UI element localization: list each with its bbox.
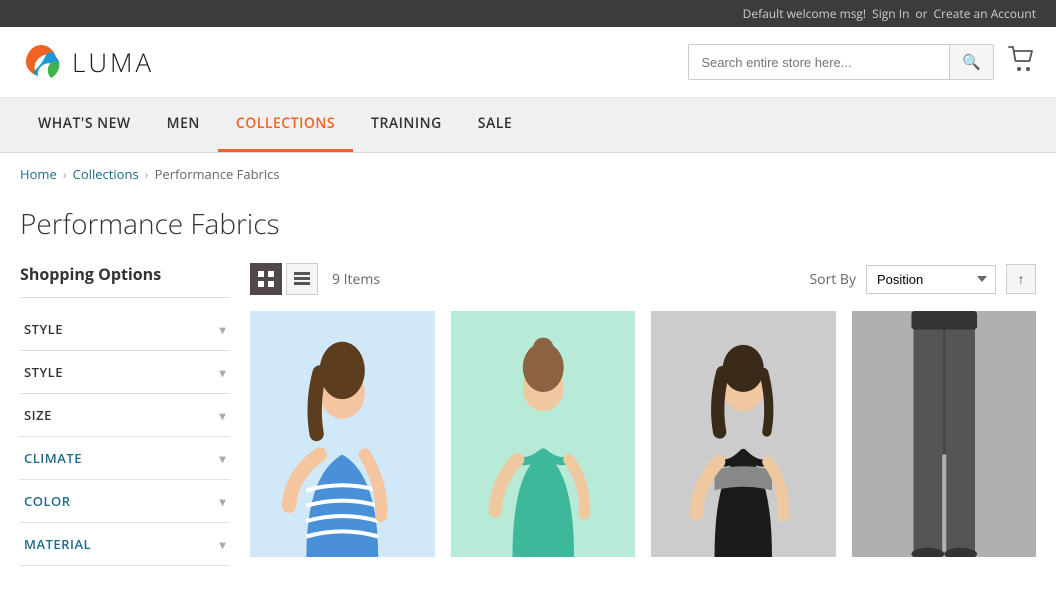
filter-label: MATERIAL — [24, 535, 91, 553]
chevron-down-icon: ▾ — [219, 321, 226, 338]
filter-label: STYLE — [24, 320, 63, 338]
sort-select[interactable]: Position Product Name Price — [866, 265, 996, 294]
nav-item-sale[interactable]: Sale — [460, 98, 530, 149]
header-right: 🔍 — [688, 44, 1036, 80]
chevron-down-icon: ▾ — [219, 536, 226, 553]
list-icon — [294, 271, 310, 287]
main-content: Shopping Options STYLE▾STYLE▾SIZE▾CLIMAT… — [0, 263, 1056, 586]
breadcrumb-sep1: › — [63, 165, 67, 183]
toolbar-right: Sort By Position Product Name Price ↑ — [809, 264, 1036, 294]
or-separator: or — [915, 5, 927, 22]
product-card[interactable] — [451, 311, 636, 557]
create-account-link[interactable]: Create an Account — [934, 5, 1036, 22]
chevron-down-icon: ▾ — [219, 407, 226, 424]
filter-label: COLOR — [24, 492, 71, 510]
search-button[interactable]: 🔍 — [949, 45, 993, 79]
breadcrumb-collections[interactable]: Collections — [73, 165, 139, 183]
welcome-message: Default welcome msg! — [743, 5, 866, 22]
sort-label: Sort By — [809, 270, 856, 289]
filter-label: STYLE — [24, 363, 63, 381]
header: LUMA 🔍 — [0, 27, 1056, 98]
filter-list: STYLE ▾ STYLE ▾ SIZE ▾ CLIMATE ▾ COLOR ▾ MATERIAL ▾ — [20, 308, 230, 566]
view-grid-button[interactable] — [250, 263, 282, 295]
cart-icon — [1008, 46, 1036, 72]
filter-header-style[interactable]: STYLE ▾ — [20, 351, 230, 393]
filter-item: CLIMATE ▾ — [20, 437, 230, 480]
items-count: 9 Items — [332, 270, 380, 289]
chevron-down-icon: ▾ — [219, 493, 226, 510]
nav-item-men[interactable]: Men — [149, 98, 218, 149]
grid-icon — [258, 271, 274, 287]
filter-header-climate[interactable]: CLIMATE ▾ — [20, 437, 230, 479]
sidebar: Shopping Options STYLE▾STYLE▾SIZE▾CLIMAT… — [20, 263, 230, 566]
nav-item-training[interactable]: Training — [353, 98, 460, 149]
product-area: 9 Items Sort By Position Product Name Pr… — [250, 263, 1036, 566]
product-grid — [250, 311, 1036, 557]
page-title: Performance Fabrics — [0, 195, 1056, 263]
signin-link[interactable]: Sign In — [872, 5, 909, 22]
filter-label: CLIMATE — [24, 449, 82, 467]
main-nav: What's NewMenCollectionsTrainingSale — [0, 98, 1056, 153]
product-image — [451, 311, 636, 557]
filter-item: COLOR ▾ — [20, 480, 230, 523]
breadcrumb-sep2: › — [145, 165, 149, 183]
filter-item: MATERIAL ▾ — [20, 523, 230, 566]
nav-item-collections[interactable]: Collections — [218, 98, 353, 152]
product-image — [250, 311, 435, 557]
view-list-button[interactable] — [286, 263, 318, 295]
view-toggle — [250, 263, 318, 295]
filter-header-style[interactable]: STYLE ▾ — [20, 308, 230, 350]
sort-direction-button[interactable]: ↑ — [1006, 264, 1036, 294]
logo[interactable]: LUMA — [20, 41, 154, 83]
search-input[interactable] — [689, 47, 949, 78]
product-card[interactable] — [651, 311, 836, 557]
toolbar-left: 9 Items — [250, 263, 380, 295]
product-image — [651, 311, 836, 557]
product-figure — [250, 311, 435, 557]
sidebar-title: Shopping Options — [20, 263, 230, 298]
chevron-down-icon: ▾ — [219, 450, 226, 467]
filter-item: SIZE ▾ — [20, 394, 230, 437]
filter-label: SIZE — [24, 406, 52, 424]
filter-header-material[interactable]: MATERIAL ▾ — [20, 523, 230, 565]
toolbar: 9 Items Sort By Position Product Name Pr… — [250, 263, 1036, 295]
logo-text: LUMA — [72, 44, 154, 80]
product-figure — [651, 311, 836, 557]
filter-header-color[interactable]: COLOR ▾ — [20, 480, 230, 522]
nav-item-what's-new[interactable]: What's New — [20, 98, 149, 149]
filter-item: STYLE ▾ — [20, 351, 230, 394]
product-figure — [852, 311, 1037, 557]
search-bar: 🔍 — [688, 44, 994, 80]
product-card[interactable] — [852, 311, 1037, 557]
filter-header-size[interactable]: SIZE ▾ — [20, 394, 230, 436]
product-image — [852, 311, 1037, 557]
chevron-down-icon: ▾ — [219, 364, 226, 381]
cart-button[interactable] — [1008, 46, 1036, 79]
breadcrumb-home[interactable]: Home — [20, 165, 57, 183]
filter-item: STYLE ▾ — [20, 308, 230, 351]
product-figure — [451, 311, 636, 557]
product-card[interactable] — [250, 311, 435, 557]
top-bar: Default welcome msg! Sign In or Create a… — [0, 0, 1056, 27]
logo-icon — [20, 41, 62, 83]
breadcrumb: Home › Collections › Performance Fabrics — [0, 153, 1056, 195]
breadcrumb-current: Performance Fabrics — [155, 165, 280, 183]
